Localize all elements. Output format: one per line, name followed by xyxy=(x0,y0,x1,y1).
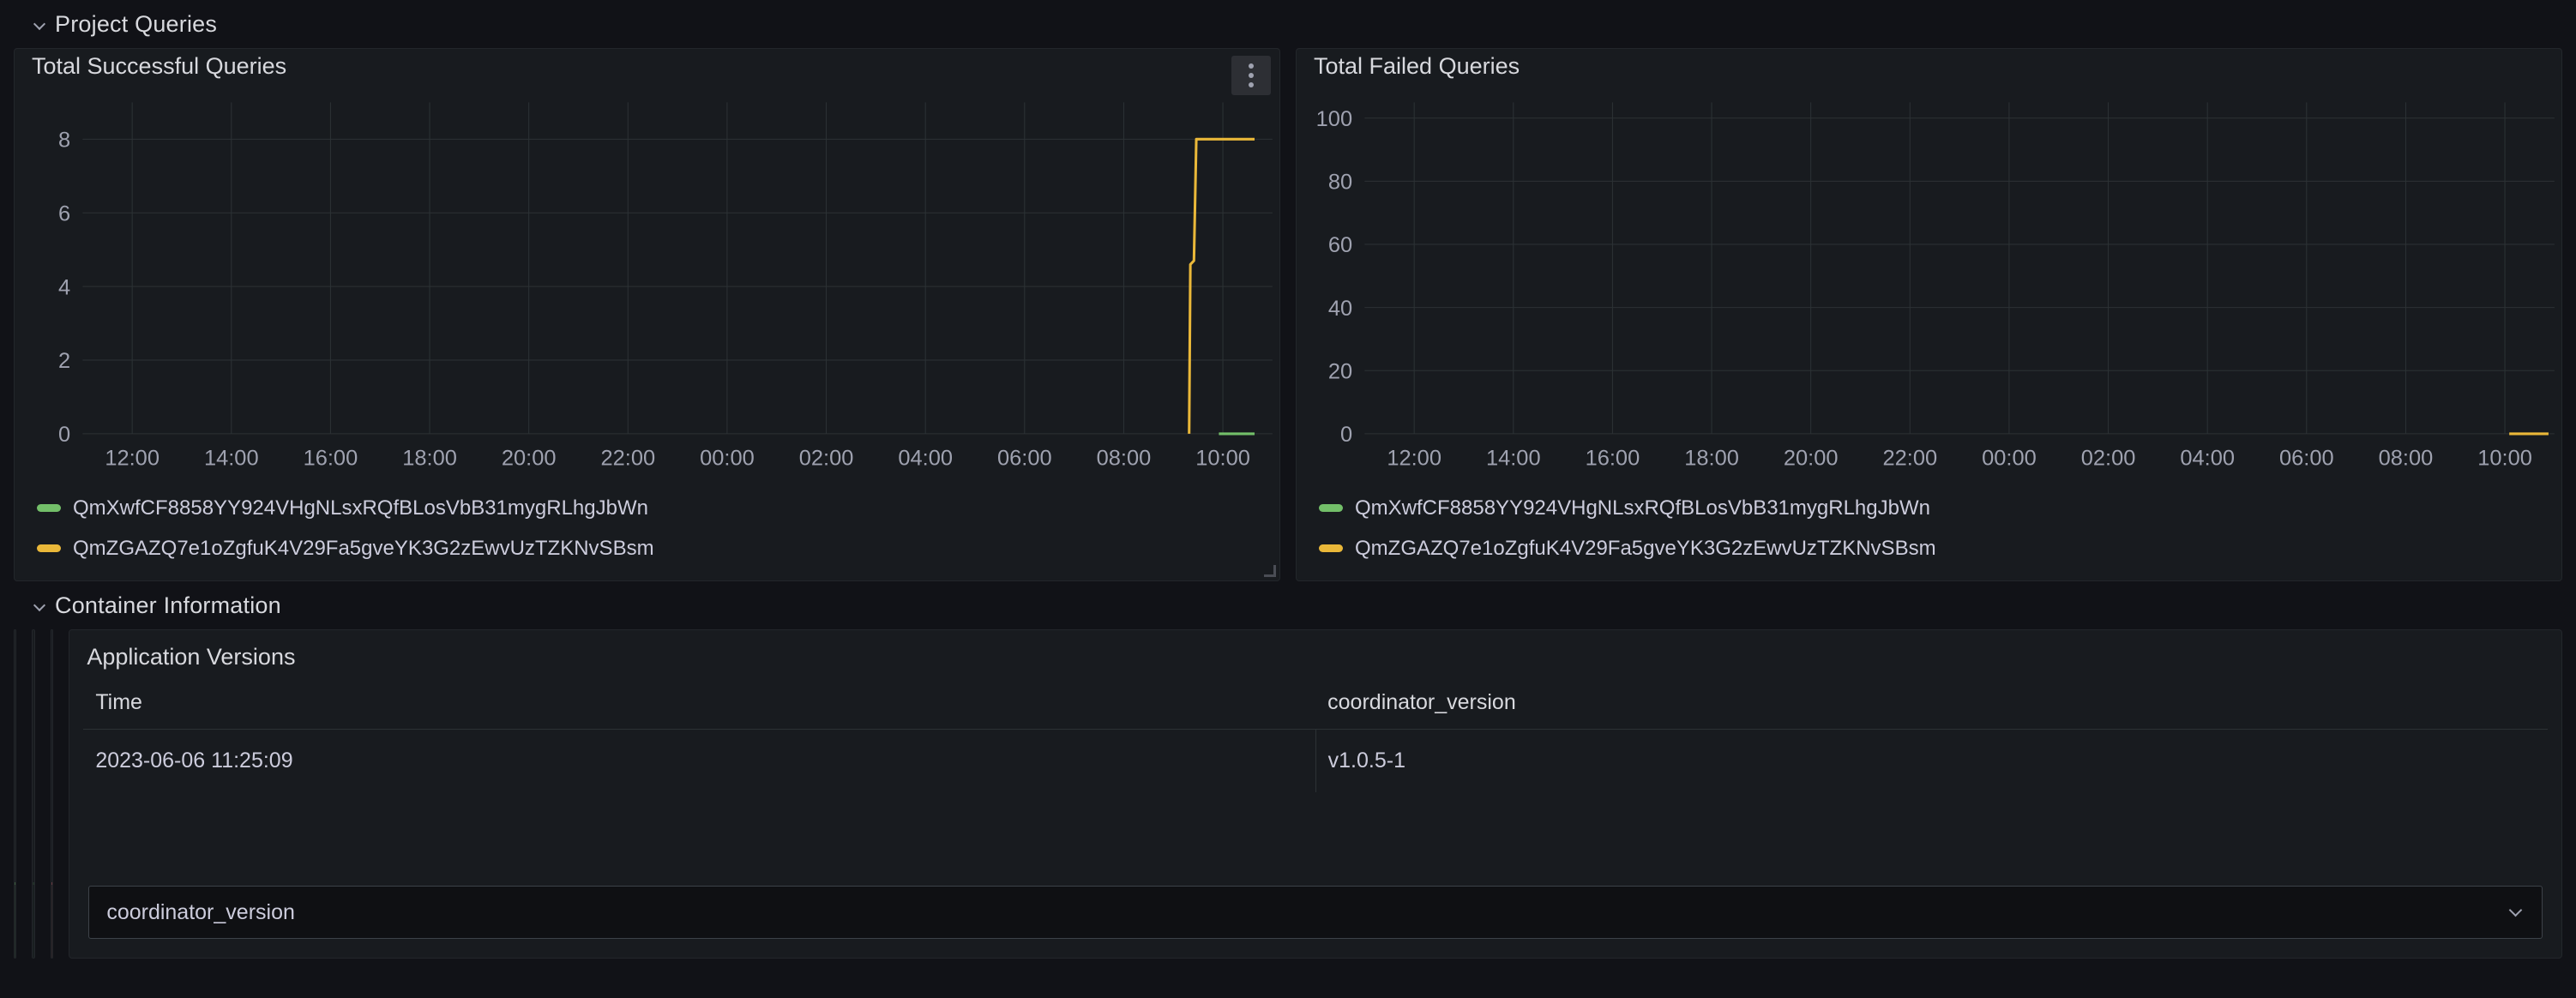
versions-select-wrap: coordinator_version xyxy=(69,877,2561,958)
svg-text:8: 8 xyxy=(58,129,70,153)
svg-text:02:00: 02:00 xyxy=(799,447,854,471)
coordinator-version-select[interactable]: coordinator_version xyxy=(88,886,2543,939)
svg-text:100: 100 xyxy=(1316,107,1352,131)
legend-item[interactable]: QmXwfCF8858YY924VHgNLsxRQfBLosVbB31mygRL… xyxy=(1319,488,2561,528)
sparkline-proxy xyxy=(51,882,53,958)
legend-swatch-green xyxy=(1319,504,1343,512)
panel-header: Total Successful Queries xyxy=(15,49,1279,95)
panel-total-failed-queries: Total Failed Queries 0 20 40 60 80 100 12:00 14… xyxy=(1296,48,2562,581)
cell-time: 2023-06-06 11:25:09 xyxy=(83,729,1316,792)
legend-label: QmXwfCF8858YY924VHgNLsxRQfBLosVbB31mygRL… xyxy=(1355,496,1930,520)
svg-text:0: 0 xyxy=(58,423,70,447)
panel-title: Application Versions xyxy=(87,643,296,670)
legend-item[interactable]: QmZGAZQ7e1oZgfuK4V29Fa5gveYK3G2zEwvUzTZK… xyxy=(1319,528,2561,568)
svg-text:06:00: 06:00 xyxy=(2279,447,2334,471)
svg-text:20:00: 20:00 xyxy=(502,447,557,471)
svg-text:12:00: 12:00 xyxy=(1387,447,1441,471)
panel-header: Proxy Health Status xyxy=(51,630,52,683)
stat-body[interactable]: Exited xyxy=(51,683,53,958)
panel-header: Total Failed Queries xyxy=(1297,49,2561,83)
panel-header: Postgres Health Status xyxy=(33,630,34,683)
row-header-project-queries[interactable]: Project Queries xyxy=(14,0,2562,48)
svg-text:2: 2 xyxy=(58,349,70,373)
panel-postgres-health-status: Postgres Health Status Healthy xyxy=(32,629,35,959)
svg-text:00:00: 00:00 xyxy=(1982,447,2037,471)
svg-text:80: 80 xyxy=(1328,171,1352,195)
svg-text:10:00: 10:00 xyxy=(1195,447,1250,471)
svg-text:22:00: 22:00 xyxy=(1882,447,1937,471)
chevron-down-icon xyxy=(34,599,46,611)
panel-resize-handle[interactable] xyxy=(1264,565,1277,578)
timeseries-plot-successful[interactable]: 0 2 4 6 8 12:00 14:00 16:00 18:00 20:00 22:00 00:00… xyxy=(15,83,1279,484)
stat-row: Coordinator Health Status Healthy Postgr… xyxy=(14,629,2562,959)
select-value: coordinator_version xyxy=(106,899,295,924)
svg-text:16:00: 16:00 xyxy=(1586,447,1640,471)
column-header-time[interactable]: Time xyxy=(83,683,1316,730)
svg-text:02:00: 02:00 xyxy=(2081,447,2136,471)
svg-text:10:00: 10:00 xyxy=(2477,447,2532,471)
svg-text:18:00: 18:00 xyxy=(402,447,457,471)
row-title: Container Information xyxy=(55,592,281,618)
panel-header: Coordinator Health Status xyxy=(15,630,16,683)
panel-coordinator-health-status: Coordinator Health Status Healthy xyxy=(14,629,17,959)
chevron-down-icon xyxy=(34,18,46,30)
panel-proxy-health-status: Proxy Health Status Exited xyxy=(50,629,54,959)
panel-title: Total Successful Queries xyxy=(32,52,287,79)
panel-title: Total Failed Queries xyxy=(1314,52,1520,79)
svg-text:20: 20 xyxy=(1328,360,1352,384)
column-header-coordinator-version[interactable]: coordinator_version xyxy=(1315,683,2548,730)
svg-text:40: 40 xyxy=(1328,297,1352,321)
svg-text:08:00: 08:00 xyxy=(2379,447,2434,471)
versions-table-wrap: Time coordinator_version 2023-06-06 11:2… xyxy=(69,683,2561,877)
panel-header: Application Versions xyxy=(69,630,2561,683)
svg-text:60: 60 xyxy=(1328,233,1352,257)
legend-label: QmZGAZQ7e1oZgfuK4V29Fa5gveYK3G2zEwvUzTZK… xyxy=(73,536,654,560)
table-header-row: Time coordinator_version xyxy=(83,683,2548,730)
svg-text:00:00: 00:00 xyxy=(700,447,755,471)
cell-coordinator-version: v1.0.5-1 xyxy=(1327,748,1405,773)
legend-swatch-green xyxy=(37,504,61,512)
svg-text:16:00: 16:00 xyxy=(304,447,358,471)
svg-text:6: 6 xyxy=(58,201,70,225)
svg-text:0: 0 xyxy=(1340,423,1352,447)
row-header-container-information[interactable]: Container Information xyxy=(14,581,2562,629)
legend-successful: QmXwfCF8858YY924VHgNLsxRQfBLosVbB31mygRL… xyxy=(15,484,1279,580)
svg-text:18:00: 18:00 xyxy=(1684,447,1739,471)
legend-label: QmZGAZQ7e1oZgfuK4V29Fa5gveYK3G2zEwvUzTZK… xyxy=(1355,536,1936,560)
legend-failed: QmXwfCF8858YY924VHgNLsxRQfBLosVbB31mygRL… xyxy=(1297,484,2561,580)
svg-text:14:00: 14:00 xyxy=(1486,447,1541,471)
dashboard: Project Queries Total Successful Queries… xyxy=(0,0,2576,998)
row-title: Project Queries xyxy=(55,10,218,37)
svg-text:12:00: 12:00 xyxy=(105,447,159,471)
legend-item[interactable]: QmXwfCF8858YY924VHgNLsxRQfBLosVbB31mygRL… xyxy=(37,488,1279,528)
legend-label: QmXwfCF8858YY924VHgNLsxRQfBLosVbB31mygRL… xyxy=(73,496,648,520)
legend-item[interactable]: QmZGAZQ7e1oZgfuK4V29Fa5gveYK3G2zEwvUzTZK… xyxy=(37,528,1279,568)
panel-application-versions: Application Versions Time coordinator_ve… xyxy=(69,629,2562,959)
svg-text:04:00: 04:00 xyxy=(898,447,953,471)
svg-text:14:00: 14:00 xyxy=(204,447,259,471)
status-badge: Exited xyxy=(51,740,52,846)
versions-table: Time coordinator_version 2023-06-06 11:2… xyxy=(83,683,2548,792)
svg-text:06:00: 06:00 xyxy=(997,447,1052,471)
timeseries-plot-failed[interactable]: 0 20 40 60 80 100 12:00 14:00 16:00 18:00 20:00 22:… xyxy=(1297,83,2561,484)
svg-text:20:00: 20:00 xyxy=(1784,447,1839,471)
svg-text:22:00: 22:00 xyxy=(600,447,655,471)
chevron-down-icon xyxy=(2511,905,2521,916)
legend-swatch-yellow xyxy=(1319,544,1343,552)
table-row[interactable]: 2023-06-06 11:25:09 v1.0.5-1 xyxy=(83,729,2548,792)
svg-text:04:00: 04:00 xyxy=(2180,447,2235,471)
legend-swatch-yellow xyxy=(37,544,61,552)
graph-row: Total Successful Queries 0 2 4 6 8 12:00 14:00… xyxy=(14,48,2562,581)
svg-text:4: 4 xyxy=(58,275,70,299)
panel-total-successful-queries: Total Successful Queries 0 2 4 6 8 12:00 14:00… xyxy=(14,48,1280,581)
svg-text:08:00: 08:00 xyxy=(1097,447,1152,471)
